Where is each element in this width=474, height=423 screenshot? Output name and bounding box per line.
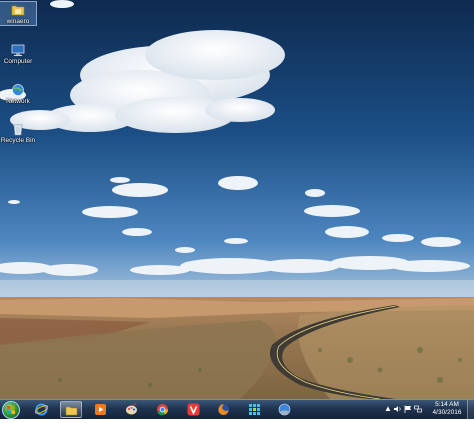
computer-icon xyxy=(11,43,25,57)
desktop-icon-label: Recycle Bin xyxy=(0,137,36,144)
desktop-wallpaper xyxy=(0,0,474,399)
network-icon xyxy=(11,83,25,97)
taskbar-firefox[interactable] xyxy=(213,401,235,418)
desktop-icon-label: Network xyxy=(6,98,30,105)
desktop-icon-label: winaero xyxy=(6,18,30,25)
windows-logo-icon xyxy=(7,406,15,414)
folder-icon xyxy=(11,3,25,17)
media-player-icon xyxy=(94,403,107,416)
clock[interactable]: 5:14 AM 4/30/2016 xyxy=(430,401,464,417)
volume-icon[interactable] xyxy=(394,405,402,413)
desktop-icon-label: Computer xyxy=(3,58,33,65)
taskbar-grid-app[interactable] xyxy=(244,401,266,418)
taskbar: ▲ 5:14 AM 4/30/2016 xyxy=(0,399,474,419)
network-tray-icon[interactable] xyxy=(414,405,422,413)
explorer-folder-icon xyxy=(65,404,78,417)
taskbar-paint[interactable] xyxy=(121,401,143,418)
taskbar-vivaldi[interactable] xyxy=(183,401,205,418)
desktop-icon-recycle-bin[interactable]: Recycle Bin xyxy=(0,121,36,144)
clock-time: 5:14 AM xyxy=(435,401,459,408)
show-hidden-icons-icon[interactable]: ▲ xyxy=(384,405,392,413)
taskbar-internet-explorer[interactable] xyxy=(31,401,53,418)
desktop-icon-computer[interactable]: Computer xyxy=(0,42,36,65)
chrome-icon xyxy=(156,403,169,416)
clock-date: 4/30/2016 xyxy=(432,409,462,416)
recycle-bin-icon xyxy=(11,122,25,136)
paint-icon xyxy=(125,402,138,416)
globe-app-icon xyxy=(278,403,291,416)
show-desktop-button[interactable] xyxy=(467,400,474,419)
grid-app-icon xyxy=(248,403,261,416)
desktop-icon-network[interactable]: Network xyxy=(0,82,36,105)
ie-icon xyxy=(34,403,49,416)
desktop-icon-winaero[interactable]: winaero xyxy=(0,1,37,26)
taskbar-media-player[interactable] xyxy=(90,401,112,418)
taskbar-chrome[interactable] xyxy=(152,401,174,418)
start-button[interactable] xyxy=(2,401,20,419)
taskbar-explorer[interactable] xyxy=(60,401,82,418)
taskbar-network-app[interactable] xyxy=(274,401,296,418)
vivaldi-icon xyxy=(187,403,200,416)
system-tray: ▲ 5:14 AM 4/30/2016 xyxy=(382,400,474,419)
action-center-flag-icon[interactable] xyxy=(404,405,412,413)
firefox-icon xyxy=(217,403,230,416)
